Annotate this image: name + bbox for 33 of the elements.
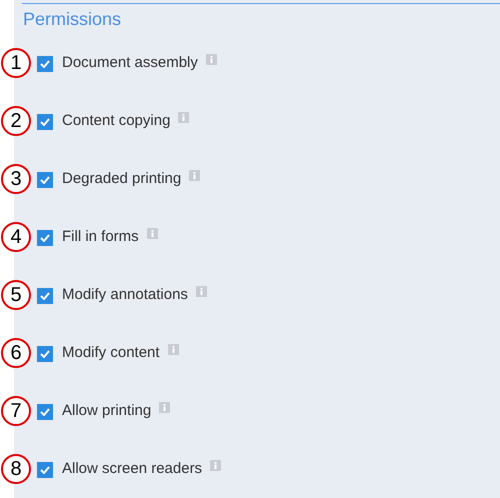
checkmark-icon [40,408,50,416]
checkmark-icon [40,466,50,474]
checkmark-icon [40,176,50,184]
number-marker: 5 [1,280,31,310]
number-marker: 8 [1,454,31,484]
permission-label: Allow printing [62,401,152,422]
number-marker: 6 [1,338,31,368]
number-marker: 4 [1,222,31,252]
permission-label: Modify content [62,343,160,364]
checkmark-icon [40,60,50,68]
number-marker: 1 [1,48,31,78]
permission-label: Degraded printing [62,169,182,190]
checkmark-icon [40,234,50,242]
number-marker: 2 [1,106,31,136]
checkbox[interactable] [37,114,53,130]
checkmark-icon [40,292,50,300]
checkmark-icon [40,118,50,126]
number-marker: 7 [1,396,31,426]
checkbox[interactable] [37,346,53,362]
permission-label: Modify annotations [62,285,188,306]
permission-label: Content copying [62,111,170,132]
checkbox[interactable] [37,230,53,246]
section-title: Permissions [23,8,122,30]
permission-label: Fill in forms [62,227,139,248]
permission-label: Document assembly [62,53,198,74]
checkbox[interactable] [37,404,53,420]
permission-label: Allow screen readers [62,459,202,480]
number-marker: 3 [1,164,31,194]
checkbox[interactable] [37,462,53,478]
checkmark-icon [40,350,50,358]
checkbox[interactable] [37,172,53,188]
checkbox[interactable] [37,288,53,304]
checkbox[interactable] [37,56,53,72]
